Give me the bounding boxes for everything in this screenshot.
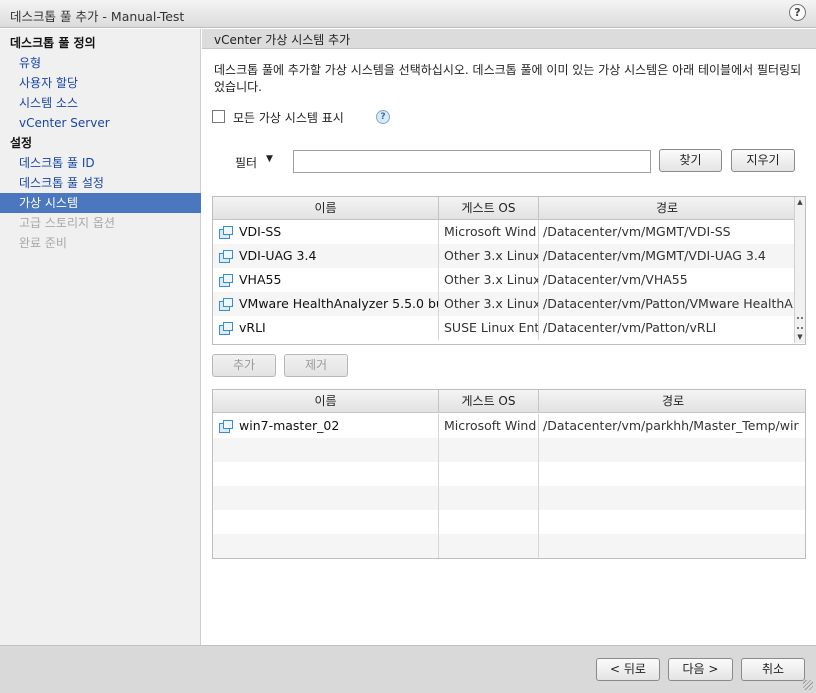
table-row[interactable]: VDI-UAG 3.4 Other 3.x Linux /Datacenter/… [213, 244, 795, 268]
next-button[interactable]: 다음 > [668, 658, 733, 681]
sidebar-item-pool-id[interactable]: 데스크톱 풀 ID [0, 153, 201, 173]
table-row[interactable]: vRLI SUSE Linux Ent /Datacenter/vm/Patto… [213, 316, 795, 340]
column-divider [439, 438, 539, 558]
vm-path: /Datacenter/vm/parkhh/Master_Temp/wir [543, 418, 799, 433]
filter-input[interactable] [293, 150, 651, 173]
section-header: vCenter 가상 시스템 추가 [202, 29, 816, 49]
chevron-down-icon[interactable]: ▼ [266, 154, 273, 164]
vm-icon [219, 226, 233, 239]
sidebar-header-pool-definition: 데스크톱 풀 정의 [10, 36, 96, 50]
vm-path: /Datacenter/vm/Patton/vRLI [543, 320, 717, 335]
filter-label[interactable]: 필터 [235, 154, 257, 171]
remove-button[interactable]: 제거 [284, 354, 348, 377]
table-row[interactable]: win7-master_02 Microsoft Wind /Datacente… [213, 414, 805, 438]
vm-path: /Datacenter/vm/MGMT/VDI-UAG 3.4 [543, 248, 766, 263]
column-header-path[interactable]: 경로 [539, 390, 805, 413]
vm-guest-os: Microsoft Wind [439, 414, 539, 438]
window-titlebar: 데스크톱 풀 추가 - Manual-Test ? [0, 0, 816, 28]
column-header-guest-os[interactable]: 게스트 OS [439, 390, 539, 413]
table-row[interactable]: VHA55 Other 3.x Linux /Datacenter/vm/VHA… [213, 268, 795, 292]
selected-vms-table: 이름 게스트 OS 경로 win7-master_02 Microsoft Wi… [212, 389, 806, 559]
column-header-guest-os[interactable]: 게스트 OS [439, 197, 539, 220]
main-panel: vCenter 가상 시스템 추가 데스크톱 풀에 추가할 가상 시스템을 선택… [202, 29, 816, 645]
vm-icon [219, 322, 233, 335]
vm-name: VHA55 [239, 272, 282, 287]
column-divider [213, 438, 439, 558]
vm-path: /Datacenter/vm/VHA55 [543, 272, 688, 287]
table-scrollbar[interactable]: ▲ ▼ [794, 197, 805, 343]
sidebar-item-virtual-systems[interactable]: 가상 시스템 [0, 193, 201, 213]
wizard-footer: < 뒤로 다음 > 취소 [0, 645, 816, 693]
sidebar-item-pool-settings[interactable]: 데스크톱 풀 설정 [0, 173, 201, 193]
show-all-checkbox[interactable] [212, 110, 225, 123]
find-button[interactable]: 찾기 [659, 149, 722, 172]
vm-guest-os: Microsoft Wind [439, 220, 539, 244]
scroll-thumb[interactable] [797, 317, 803, 329]
sidebar-item-ready-to-complete: 완료 준비 [19, 236, 67, 250]
cancel-button[interactable]: 취소 [741, 658, 805, 681]
description-text: 데스크톱 풀에 추가할 가상 시스템을 선택하십시오. 데스크톱 풀에 이미 있… [214, 63, 802, 94]
table-header: 이름 게스트 OS 경로 [213, 197, 795, 220]
vm-name: VDI-UAG 3.4 [239, 248, 317, 263]
scroll-down-icon[interactable]: ▼ [795, 332, 805, 343]
vm-guest-os: SUSE Linux Ent [439, 316, 539, 340]
sidebar-item-vcenter-server[interactable]: vCenter Server [0, 113, 201, 133]
vm-path: /Datacenter/vm/MGMT/VDI-SS [543, 224, 731, 239]
table-header: 이름 게스트 OS 경로 [213, 390, 805, 413]
section-title: vCenter 가상 시스템 추가 [214, 33, 351, 47]
column-header-name[interactable]: 이름 [213, 390, 439, 413]
window-title: 데스크톱 풀 추가 - Manual-Test [10, 9, 185, 24]
table-row[interactable]: VMware HealthAnalyzer 5.5.0 bu Other 3.x… [213, 292, 795, 316]
show-all-label[interactable]: 모든 가상 시스템 표시 [233, 109, 344, 126]
table-row[interactable]: VDI-SS Microsoft Wind /Datacenter/vm/MGM… [213, 220, 795, 244]
sidebar-item-advanced-storage: 고급 스토리지 옵션 [19, 216, 115, 230]
vm-name: vRLI [239, 320, 266, 335]
sidebar-item-user-assignment[interactable]: 사용자 할당 [0, 73, 201, 93]
vm-name: VDI-SS [239, 224, 282, 239]
resize-grip-icon[interactable] [803, 680, 813, 690]
column-header-name[interactable]: 이름 [213, 197, 439, 220]
available-vms-table: 이름 게스트 OS 경로 VDI-SS Microsoft Wind /Data… [212, 196, 806, 345]
sidebar-header-settings: 설정 [10, 136, 33, 150]
scroll-up-icon[interactable]: ▲ [795, 197, 805, 208]
clear-button[interactable]: 지우기 [731, 149, 795, 172]
back-button[interactable]: < 뒤로 [596, 658, 660, 681]
sidebar-item-type[interactable]: 유형 [0, 53, 201, 73]
vm-icon [219, 250, 233, 263]
add-button[interactable]: 추가 [212, 354, 276, 377]
help-question-icon[interactable]: ? [376, 110, 390, 124]
vm-name: win7-master_02 [239, 418, 340, 433]
vm-icon [219, 274, 233, 287]
vm-icon [219, 298, 233, 311]
vm-path: /Datacenter/vm/Patton/VMware HealthA [543, 296, 793, 311]
help-icon[interactable]: ? [789, 4, 806, 21]
vm-guest-os: Other 3.x Linux [439, 268, 539, 292]
vm-name: VMware HealthAnalyzer 5.5.0 bu [239, 296, 439, 311]
vm-icon [219, 420, 233, 433]
vm-guest-os: Other 3.x Linux [439, 244, 539, 268]
column-header-path[interactable]: 경로 [539, 197, 795, 220]
vm-guest-os: Other 3.x Linux [439, 292, 539, 316]
sidebar-item-system-source[interactable]: 시스템 소스 [0, 93, 201, 113]
wizard-sidebar: 데스크톱 풀 정의 유형 사용자 할당 시스템 소스 vCenter Serve… [0, 29, 201, 645]
